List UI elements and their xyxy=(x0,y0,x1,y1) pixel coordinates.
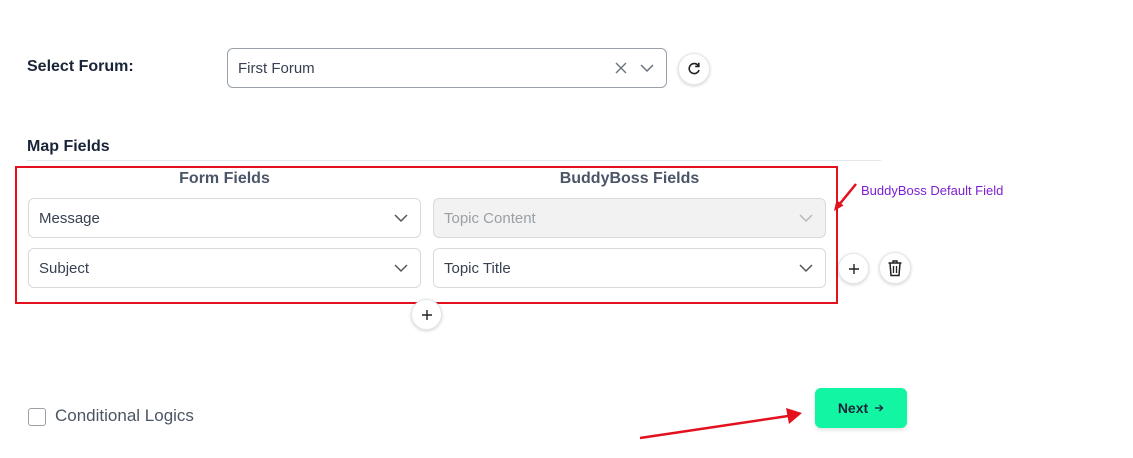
buddyboss-fields-header: BuddyBoss Fields xyxy=(559,170,700,187)
chevron-down-icon xyxy=(390,207,412,229)
annotation-note: BuddyBoss Default Field xyxy=(861,183,1004,198)
chevron-down-icon xyxy=(795,257,817,279)
trash-icon xyxy=(887,259,903,277)
arrow-right-icon xyxy=(874,403,884,413)
chevron-down-icon xyxy=(795,207,817,229)
chevron-down-icon[interactable] xyxy=(636,57,658,79)
next-pointer-arrow xyxy=(639,408,802,440)
delete-row-button[interactable] xyxy=(879,252,911,284)
buddyboss-field-select[interactable]: Topic Title xyxy=(433,248,826,288)
form-field-value: Subject xyxy=(39,259,90,277)
form-field-select[interactable]: Subject xyxy=(28,248,421,288)
chevron-down-icon xyxy=(390,257,412,279)
plus-icon xyxy=(848,263,860,275)
add-row-button[interactable] xyxy=(838,253,869,284)
conditional-logics-checkbox[interactable] xyxy=(28,408,46,426)
form-field-value: Message xyxy=(39,209,100,227)
next-button-label: Next xyxy=(837,400,869,416)
refresh-button[interactable] xyxy=(678,53,710,85)
select-forum-label: Select Forum: xyxy=(27,58,134,75)
form-field-select[interactable]: Message xyxy=(28,198,421,238)
plus-icon xyxy=(421,309,433,321)
divider xyxy=(27,160,881,161)
map-fields-title: Map Fields xyxy=(27,138,110,155)
conditional-logics-label: Conditional Logics xyxy=(55,406,194,425)
next-button[interactable]: Next xyxy=(815,388,907,428)
forum-select-value: First Forum xyxy=(238,59,315,77)
x-icon[interactable] xyxy=(610,57,632,79)
form-fields-header: Form Fields xyxy=(179,170,270,187)
forum-select[interactable]: First Forum xyxy=(227,48,667,88)
add-field-button[interactable] xyxy=(411,299,442,330)
buddyboss-field-value: Topic Content xyxy=(444,209,536,227)
integration-page: Select Forum: First Forum Map Fields For… xyxy=(0,0,1133,458)
annotation-arrow xyxy=(834,183,857,211)
buddyboss-field-value: Topic Title xyxy=(444,259,511,277)
refresh-icon xyxy=(686,61,702,77)
buddyboss-field-select-disabled: Topic Content xyxy=(433,198,826,238)
